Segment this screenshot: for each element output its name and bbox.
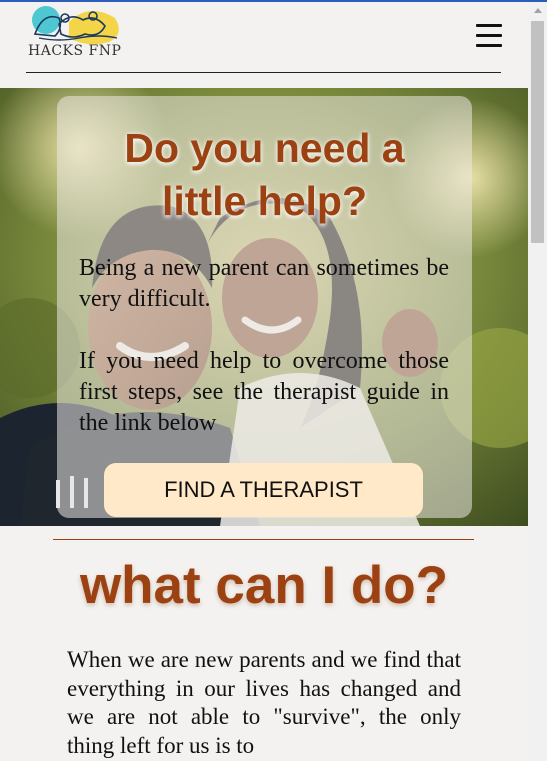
header-divider	[26, 72, 501, 73]
hero-section: Do you need a little help? Being a new p…	[0, 88, 528, 526]
hero-paragraph-1: Being a new parent can sometimes be very…	[79, 255, 449, 312]
menu-bar-middle	[476, 34, 502, 37]
section-title: what can I do?	[79, 556, 449, 615]
hero-paragraph-2: If you need help to overcome those first…	[79, 348, 449, 436]
brand-wordmark: HACKS FNP	[28, 43, 122, 59]
hamburger-menu-icon[interactable]	[476, 24, 502, 48]
menu-bar-top	[476, 24, 502, 27]
find-therapist-button[interactable]: FIND A THERAPIST	[104, 463, 423, 517]
site-header: HACKS FNP	[0, 2, 528, 86]
page-scrollbar[interactable]	[528, 2, 547, 758]
section-divider	[53, 539, 474, 540]
hero-title-line1: Do you need a	[124, 125, 405, 171]
scrollbar-thumb[interactable]	[531, 21, 544, 243]
hero-title-line2: little help?	[162, 178, 367, 224]
section-body-text: When we are new parents and we find that…	[67, 647, 461, 759]
hero-title: Do you need a little help?	[57, 122, 472, 228]
scroll-up-arrow-icon[interactable]	[534, 8, 542, 13]
menu-bar-bottom	[476, 44, 502, 47]
help-card: Do you need a little help? Being a new p…	[57, 96, 472, 518]
